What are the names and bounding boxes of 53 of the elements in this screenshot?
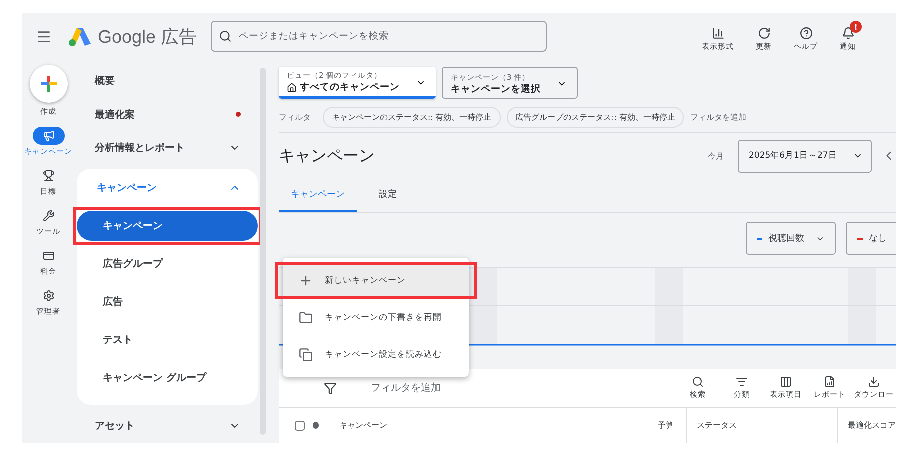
date-range-label: 今月	[708, 150, 724, 162]
home-icon	[287, 82, 297, 92]
nav-item[interactable]: アセット	[75, 409, 258, 443]
nav-subitem[interactable]: キャンペーン グループ	[77, 363, 258, 394]
notification-badge: !	[850, 21, 862, 33]
tool-icon	[868, 376, 880, 388]
metric-selector[interactable]: 視聴回数	[746, 222, 836, 255]
menu-item[interactable]: キャンペーン設定を読み込む	[283, 339, 469, 370]
action-icon	[842, 27, 854, 40]
rail-icon	[42, 170, 54, 182]
menu-item[interactable]: 新しいキャンペーン	[283, 265, 469, 296]
plus-icon	[40, 75, 58, 93]
tool-icon	[692, 376, 704, 388]
nav-item[interactable]: 概要	[75, 64, 258, 98]
menu-icon	[299, 274, 313, 288]
rail-icon	[42, 130, 54, 142]
date-picker[interactable]: 2025年6月1日～27日	[738, 140, 872, 172]
action-icon	[712, 27, 724, 40]
tab[interactable]: キャンペーン	[279, 179, 357, 212]
action-icon	[800, 27, 812, 40]
add-filter-link[interactable]: フィルタを追加	[690, 112, 746, 123]
tool-icon	[736, 376, 748, 388]
nav-item[interactable]: 分析情報とレポート	[75, 132, 258, 166]
nav-subitem[interactable]: テスト	[77, 325, 258, 356]
brand-name: Google 広告	[98, 26, 198, 48]
tab[interactable]: 設定	[367, 179, 409, 212]
search-field[interactable]: ページまたはキャンペーンを検索	[211, 21, 548, 52]
tool-icon	[780, 376, 792, 388]
add-filter-link[interactable]: フィルタを追加	[371, 381, 441, 395]
nav-subitem[interactable]: 広告	[77, 287, 258, 318]
action-icon	[758, 27, 770, 40]
nav-subitem[interactable]: キャンペーン	[77, 211, 258, 242]
select-all-checkbox[interactable]	[295, 420, 305, 430]
logo-icon	[68, 26, 92, 46]
menu-icon	[299, 348, 313, 362]
rail-icon	[42, 250, 54, 262]
search-icon	[219, 30, 232, 43]
nav-group-header[interactable]: キャンペーン	[77, 169, 258, 208]
filter-label: フィルタ	[279, 112, 311, 123]
menu-icon	[299, 310, 313, 324]
rail-icon	[42, 210, 54, 222]
filter-icon	[324, 382, 337, 394]
tool-icon	[824, 376, 836, 388]
scrollbar[interactable]	[260, 68, 266, 435]
rail-icon	[42, 290, 54, 302]
status-dot	[313, 422, 320, 429]
alert-dot	[236, 112, 241, 118]
nav-item[interactable]: 最適化案	[75, 98, 258, 132]
nav-subitem[interactable]: 広告グループ	[77, 249, 258, 280]
menu-icon[interactable]	[36, 28, 52, 44]
metric-selector[interactable]: なし	[846, 222, 896, 255]
menu-item[interactable]: キャンペーンの下書きを再開	[283, 302, 469, 333]
page-title: キャンペーン	[279, 146, 375, 166]
